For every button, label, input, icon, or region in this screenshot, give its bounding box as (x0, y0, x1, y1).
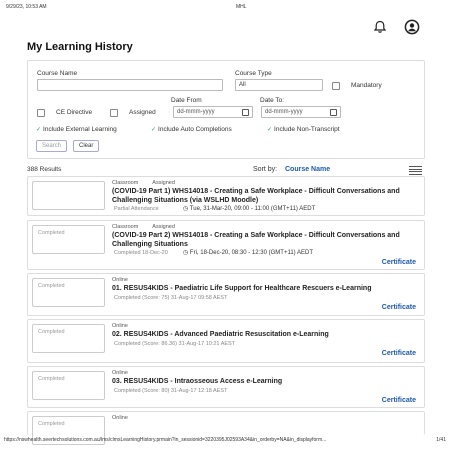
course-meta: Classroom Assigned (112, 224, 175, 230)
list-item[interactable]: Classroom Assigned (COVID-19 Part 1) WHS1… (27, 176, 425, 216)
date-to-label: Date To: (260, 97, 285, 104)
course-thumbnail: Completed (32, 225, 105, 254)
mandatory-label: Mandatory (351, 82, 382, 89)
course-type-select[interactable]: All (235, 79, 323, 91)
course-title-link[interactable]: (COVID-19 Part 2) WHS14018 - Creating a … (112, 231, 412, 249)
page-title: My Learning History (27, 41, 133, 53)
date-from-placeholder: dd-mmm-yyyy (177, 109, 215, 115)
course-date: ◷ Fri, 18-Dec-20, 08:30 - 12:30 (GMT+11)… (183, 250, 314, 256)
list-item[interactable]: Completed Online (27, 411, 425, 445)
course-thumbnail (32, 181, 105, 210)
results-count: 388 Results (27, 166, 62, 173)
course-status: Partial Attendance (114, 206, 159, 212)
course-status: Completed 18-Dec-20 (114, 250, 168, 256)
list-item[interactable]: Completed Online 01. RESUS4KIDS - Paedia… (27, 273, 425, 316)
print-timestamp: 9/29/23, 10:53 AM (6, 4, 47, 10)
print-footer: https://nswhealth.seertechsolutions.com.… (4, 437, 446, 443)
course-thumbnail: Completed (32, 324, 105, 353)
course-meta: Online (112, 323, 128, 329)
course-meta: Online (112, 415, 128, 421)
course-title-link[interactable]: 02. RESUS4KIDS - Advanced Paediatric Res… (112, 330, 412, 339)
date-from-input[interactable]: dd-mmm-yyyy (173, 106, 253, 118)
course-type-label: Course Type (235, 70, 272, 77)
date-to-input[interactable]: dd-mmm-yyyy (261, 106, 341, 118)
print-app-name: MHL (236, 4, 247, 10)
calendar-icon[interactable] (242, 109, 249, 116)
date-to-placeholder: dd-mmm-yyyy (265, 109, 303, 115)
print-header: 9/29/23, 10:53 AM MHL (6, 4, 446, 14)
sort-by-dropdown[interactable]: Course Name (285, 166, 330, 173)
certificate-link[interactable]: Certificate (382, 350, 416, 357)
course-date: ◷ Tue, 31-Mar-20, 09:00 - 11:00 (GMT+11)… (183, 206, 316, 212)
list-view-icon[interactable] (409, 166, 422, 175)
bell-icon[interactable] (373, 20, 387, 34)
course-status: Completed (Score: 86.36) 31-Aug-17 10:21… (114, 341, 236, 347)
course-meta: Online (112, 370, 128, 376)
course-meta: Online (112, 277, 128, 283)
date-from-label: Date From (171, 97, 202, 104)
course-title-link[interactable]: (COVID-19 Part 1) WHS14018 - Creating a … (112, 187, 412, 205)
clock-icon: ◷ (183, 250, 190, 256)
assigned-checkbox[interactable] (110, 109, 118, 117)
include-external-toggle[interactable]: ✓ Include External Learning (36, 126, 117, 133)
clock-icon: ◷ (183, 206, 190, 212)
ce-directive-label: CE Directive (56, 109, 93, 116)
calendar-icon[interactable] (330, 109, 337, 116)
clear-button[interactable]: Clear (73, 140, 100, 152)
include-auto-toggle[interactable]: ✓ Include Auto Completions (151, 126, 232, 133)
checkmark-icon: ✓ (36, 127, 42, 133)
course-title-link[interactable]: 01. RESUS4KIDS - Paediatric Life Support… (112, 284, 412, 293)
list-item[interactable]: Completed Classroom Assigned (COVID-19 Pa… (27, 220, 425, 270)
course-meta: Classroom Assigned (112, 180, 175, 186)
certificate-link[interactable]: Certificate (382, 304, 416, 311)
course-type-value: All (239, 82, 246, 88)
sort-label: Sort by: (253, 166, 278, 173)
checkmark-icon: ✓ (151, 127, 157, 133)
print-url: https://nswhealth.seertechsolutions.com.… (4, 437, 327, 443)
include-non-transcript-toggle[interactable]: ✓ Include Non-Transcript (267, 126, 340, 133)
course-name-input[interactable] (37, 79, 223, 91)
course-status: Completed (Score: 80) 31-Aug-17 12:18 AE… (114, 388, 228, 394)
course-thumbnail: Completed (32, 278, 105, 307)
list-item[interactable]: Completed Online 03. RESUS4KIDS - Intrao… (27, 366, 425, 408)
mandatory-checkbox[interactable] (332, 82, 340, 90)
search-button[interactable]: Search (36, 140, 68, 152)
filter-panel: Course Name Course Type All Mandatory CE… (27, 60, 425, 159)
checkmark-icon: ✓ (267, 127, 273, 133)
course-status: Completed (Score: 75) 31-Aug-17 09:58 AE… (114, 295, 228, 301)
list-item[interactable]: Completed Online 02. RESUS4KIDS - Advanc… (27, 319, 425, 363)
course-thumbnail: Completed (32, 371, 105, 400)
assigned-label: Assigned (129, 109, 156, 116)
print-page-number: 1/41 (436, 437, 446, 443)
ce-directive-checkbox[interactable] (37, 109, 45, 117)
course-name-label: Course Name (37, 70, 78, 77)
certificate-link[interactable]: Certificate (382, 397, 416, 404)
user-circle-icon[interactable] (404, 19, 420, 35)
course-title-link[interactable]: 03. RESUS4KIDS - Intraosseous Access e-L… (112, 377, 412, 386)
certificate-link[interactable]: Certificate (382, 259, 416, 266)
